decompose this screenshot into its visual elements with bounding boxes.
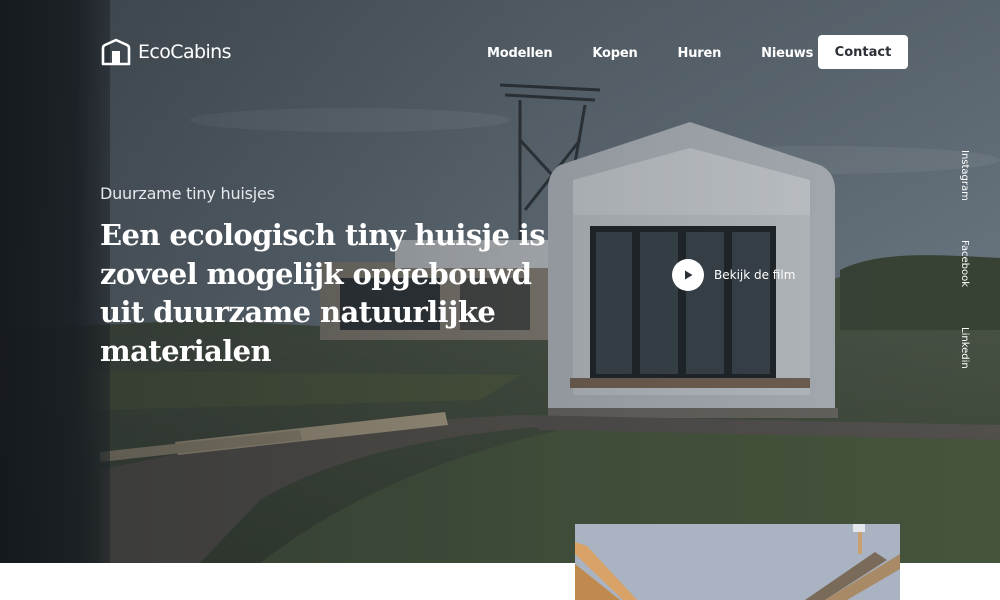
left-dark-strip (0, 0, 110, 563)
play-button[interactable] (672, 259, 704, 291)
film-label: Bekijk de film (714, 268, 796, 282)
nav-item-kopen[interactable]: Kopen (592, 46, 637, 61)
main-nav: Modellen Kopen Huren Nieuws (487, 46, 853, 61)
nav-item-modellen[interactable]: Modellen (487, 46, 553, 61)
hero-eyebrow: Duurzame tiny huisjes (100, 184, 275, 203)
interior-photo-image (575, 524, 900, 600)
cabin-interior-photo (575, 524, 900, 600)
cabin-logo-icon (101, 38, 131, 66)
social-link-instagram[interactable]: Instagram (959, 150, 970, 201)
nav-item-huren[interactable]: Huren (678, 46, 722, 61)
play-icon (685, 270, 693, 280)
hero-section: EcoCabins Modellen Kopen Huren Nieuws Co… (0, 0, 1000, 563)
brand-logo[interactable]: EcoCabins (100, 38, 231, 66)
nav-item-nieuws[interactable]: Nieuws (761, 46, 813, 61)
social-link-facebook[interactable]: Facebook (959, 240, 970, 287)
brand-name: EcoCabins (138, 41, 231, 63)
contact-button[interactable]: Contact (818, 35, 908, 69)
watch-film-button[interactable]: Bekijk de film (672, 259, 795, 291)
hero-headline: Een ecologisch tiny huisje is zoveel mog… (100, 218, 546, 368)
social-link-linkedin[interactable]: Linkedin (959, 327, 970, 369)
